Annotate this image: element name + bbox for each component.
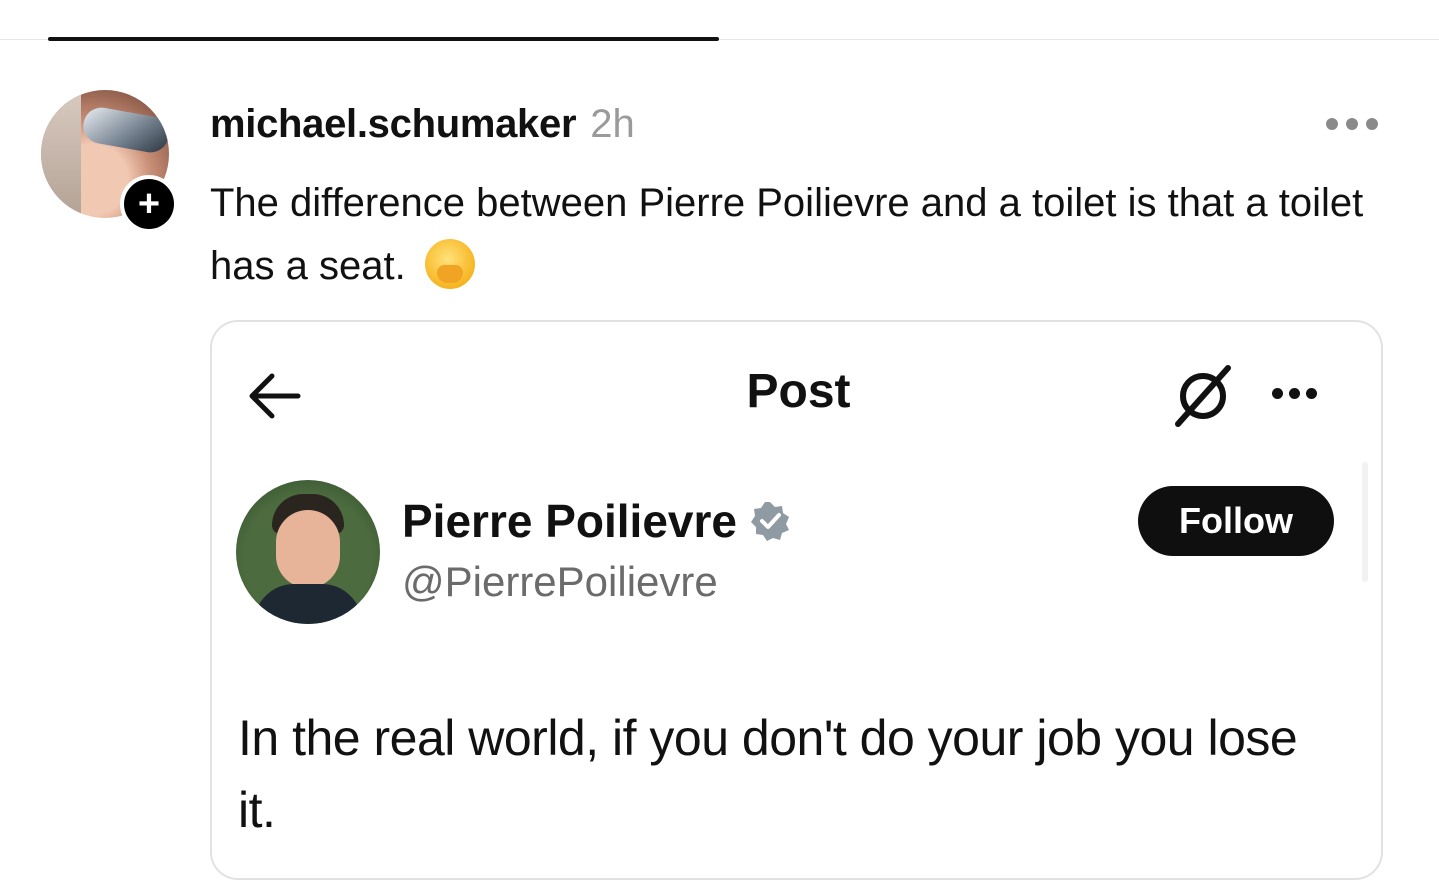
follow-author-button[interactable]: + [120,175,178,233]
grok-icon [1175,365,1231,427]
embedded-image-card[interactable]: Post Pierre Poilievre @PierrePoilievre F… [210,320,1383,880]
tweet-author-handle: @PierrePoilievre [402,558,718,605]
post-header: michael.schumaker 2h [210,102,635,147]
embed-scroll-track [1362,462,1368,582]
post-timestamp: 2h [590,102,635,146]
face-with-hand-over-mouth-icon [424,239,475,290]
threads-post-view: + michael.schumaker 2h The difference be… [0,0,1439,892]
embed-follow-button: Follow [1138,486,1334,556]
author-username[interactable]: michael.schumaker [210,102,577,147]
post-caption: The difference between Pierre Poilievre … [210,181,1364,288]
more-options-icon[interactable] [1326,116,1384,132]
tweet-author-name-row: Pierre Poilievre [402,494,791,548]
tweet-body: In the real world, if you don't do your … [238,710,1298,838]
plus-icon: + [124,179,174,229]
tweet-author-avatar [236,480,380,624]
verified-badge-icon [750,502,789,541]
active-tab-indicator[interactable] [48,37,719,41]
post-text: The difference between Pierre Poilievre … [210,172,1390,298]
embed-topbar: Post [212,322,1381,462]
embed-more-icon [1272,388,1317,399]
tweet-author-name: Pierre Poilievre [402,495,737,547]
